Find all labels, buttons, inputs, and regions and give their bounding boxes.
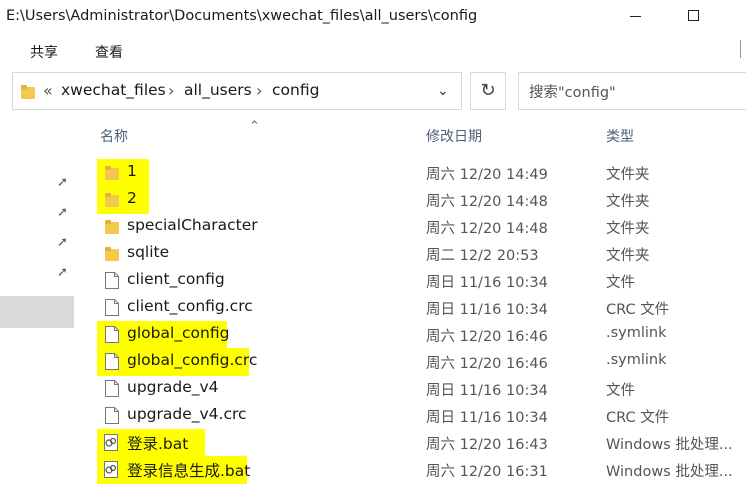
column-headers: ⌃ 名称 修改日期 类型	[0, 118, 746, 150]
folder-icon	[105, 166, 119, 180]
breadcrumb-all-users[interactable]: all_users	[184, 81, 252, 99]
file-row[interactable]: client_config 周日 11/16 10:34 文件	[0, 267, 746, 294]
file-name: global_config.crc	[127, 351, 258, 369]
file-date: 周六 12/20 14:48	[426, 221, 548, 237]
file-type: 文件夹	[606, 221, 650, 237]
file-icon	[105, 299, 119, 316]
file-row[interactable]: sqlite 周二 12/2 20:53 文件夹	[0, 240, 746, 267]
batch-file-icon	[104, 434, 118, 451]
file-date: 周二 12/2 20:53	[426, 248, 539, 264]
file-type: Windows 批处理...	[606, 464, 733, 480]
address-row: « xwechat_files › all_users › config ⌄ ↻…	[0, 66, 746, 118]
file-type: 文件夹	[606, 248, 650, 264]
file-date: 周六 12/20 16:43	[426, 437, 548, 453]
file-row[interactable]: global_config 周六 12/20 16:46 .symlink	[0, 321, 746, 349]
breadcrumb-separator[interactable]: ›	[256, 81, 262, 100]
tab-view[interactable]: 查看	[95, 42, 123, 62]
file-type: .symlink	[606, 325, 667, 341]
chevron-down-icon[interactable]: ⌄	[437, 83, 449, 99]
file-row[interactable]: client_config.crc 周日 11/16 10:34 CRC 文件	[0, 294, 746, 321]
overflow-chevron-icon[interactable]: «	[43, 81, 53, 100]
file-name: client_config	[127, 270, 225, 288]
file-name: client_config.crc	[127, 297, 253, 315]
ribbon-expand-icon[interactable]	[740, 40, 746, 58]
file-date: 周六 12/20 14:49	[426, 167, 548, 183]
column-header-type[interactable]: 类型	[606, 126, 634, 146]
column-header-date[interactable]: 修改日期	[426, 126, 482, 146]
window-title: E:\Users\Administrator\Documents\xwechat…	[6, 8, 478, 24]
file-name: global_config	[127, 324, 230, 342]
file-date: 周六 12/20 16:46	[426, 329, 548, 345]
folder-icon	[105, 220, 119, 234]
file-row[interactable]: global_config.crc 周六 12/20 16:46 .symlink	[0, 348, 746, 376]
file-type: CRC 文件	[606, 302, 670, 318]
tab-share[interactable]: 共享	[30, 42, 58, 62]
file-type: 文件夹	[606, 194, 650, 210]
column-header-name[interactable]: 名称	[100, 126, 128, 146]
file-name: 登录.bat	[127, 435, 189, 453]
title-bar: E:\Users\Administrator\Documents\xwechat…	[0, 0, 746, 34]
file-row[interactable]: upgrade_v4 周日 11/16 10:34 文件	[0, 375, 746, 402]
file-name: specialCharacter	[127, 216, 258, 234]
address-bar[interactable]: « xwechat_files › all_users › config ⌄	[12, 72, 462, 110]
file-date: 周日 11/16 10:34	[426, 275, 548, 291]
file-date: 周六 12/20 16:31	[426, 464, 548, 480]
file-icon	[105, 272, 119, 289]
file-date: 周日 11/16 10:34	[426, 383, 548, 399]
refresh-icon: ↻	[480, 80, 496, 101]
file-row[interactable]: 2 周六 12/20 14:48 文件夹	[0, 186, 746, 214]
file-row[interactable]: 登录信息生成.bat 周六 12/20 16:31 Windows 批处理...	[0, 456, 746, 484]
file-name: 2	[127, 189, 137, 207]
file-date: 周日 11/16 10:34	[426, 410, 548, 426]
file-type: 文件夹	[606, 167, 650, 183]
file-type: .symlink	[606, 352, 667, 368]
file-name: 登录信息生成.bat	[127, 462, 251, 480]
folder-icon	[21, 85, 35, 99]
sort-caret-icon: ⌃	[249, 119, 260, 134]
file-type: CRC 文件	[606, 410, 670, 426]
file-name: 1	[127, 162, 137, 180]
refresh-button[interactable]: ↻	[470, 72, 506, 110]
file-row[interactable]: specialCharacter 周六 12/20 14:48 文件夹	[0, 213, 746, 240]
folder-icon	[105, 247, 119, 261]
file-date: 周六 12/20 16:46	[426, 356, 548, 372]
search-input[interactable]: 搜索"config"	[518, 72, 746, 110]
file-icon	[105, 353, 119, 370]
file-row[interactable]: 登录.bat 周六 12/20 16:43 Windows 批处理...	[0, 429, 746, 457]
search-placeholder: 搜索"config"	[529, 85, 616, 101]
file-row[interactable]: upgrade_v4.crc 周日 11/16 10:34 CRC 文件	[0, 402, 746, 429]
file-name: sqlite	[127, 243, 170, 261]
file-icon	[105, 326, 119, 343]
file-type: 文件	[606, 383, 635, 399]
file-name: upgrade_v4.crc	[127, 405, 247, 423]
file-date: 周日 11/16 10:34	[426, 302, 548, 318]
file-type: Windows 批处理...	[606, 437, 733, 453]
file-row[interactable]: 1 周六 12/20 14:49 文件夹	[0, 159, 746, 187]
batch-file-icon	[104, 461, 118, 478]
file-type: 文件	[606, 275, 635, 291]
breadcrumb-xwechat-files[interactable]: xwechat_files	[61, 81, 166, 99]
ribbon: 共享 查看	[0, 34, 746, 66]
minimize-icon[interactable]	[630, 16, 641, 17]
file-icon	[105, 407, 119, 424]
folder-icon	[105, 193, 119, 207]
file-icon	[105, 380, 119, 397]
maximize-icon[interactable]	[688, 10, 699, 21]
breadcrumb-separator[interactable]: ›	[168, 81, 174, 100]
file-name: upgrade_v4	[127, 378, 219, 396]
breadcrumb-config[interactable]: config	[272, 81, 319, 99]
file-date: 周六 12/20 14:48	[426, 194, 548, 210]
